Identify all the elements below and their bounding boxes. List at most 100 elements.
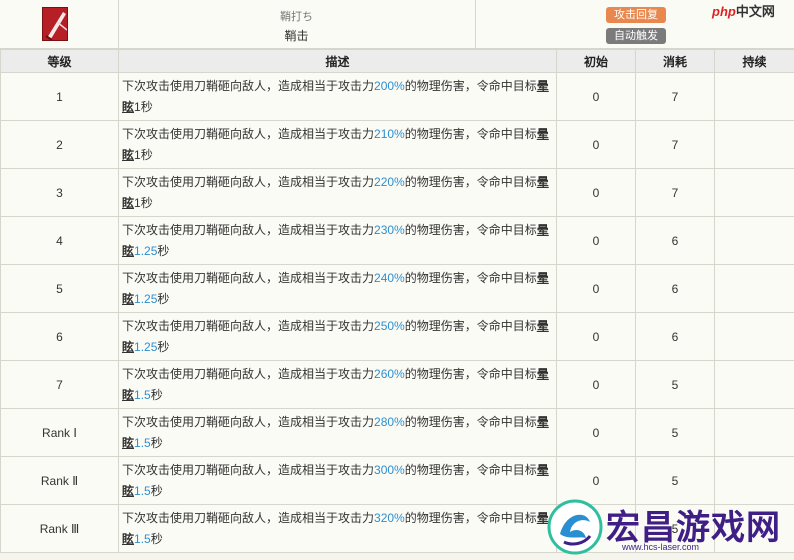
desc-mid: 的物理伤害，令命中目标 [404,222,537,237]
desc-mid: 的物理伤害，令命中目标 [404,126,537,141]
sp-cost-cell: 5 [635,360,715,409]
damage-percent: 210% [374,126,405,141]
desc-mid: 的物理伤害，令命中目标 [404,174,537,189]
sp-cost-cell: 7 [635,72,715,121]
skill-name-cell: 鞘打ち 鞘击 [118,0,476,48]
initial-sp-cell: 0 [556,360,636,409]
description-cell: 下次攻击使用刀鞘砸向敌人，造成相当于攻击力320%的物理伤害，令命中目标晕眩1.… [118,504,557,553]
desc-mid: 的物理伤害，令命中目标 [404,366,537,381]
description-cell: 下次攻击使用刀鞘砸向敌人，造成相当于攻击力260%的物理伤害，令命中目标晕眩1.… [118,360,557,409]
header-level: 等级 [0,49,119,73]
watermark-url: www.hcs-laser.com [622,542,700,552]
sp-cost-cell: 6 [635,216,715,265]
desc-suffix: 秒 [150,435,163,450]
damage-percent: 250% [374,318,405,333]
stun-duration: 1 [134,147,141,162]
description-cell: 下次攻击使用刀鞘砸向敌人，造成相当于攻击力280%的物理伤害，令命中目标晕眩1.… [118,408,557,457]
header-cost: 消耗 [635,49,715,73]
tag-attack-recovery: 攻击回复 [606,7,666,23]
level-cell: 1 [0,72,119,121]
stun-duration: 1 [134,195,141,210]
initial-sp-cell: 0 [556,120,636,169]
duration-cell [714,312,794,361]
stun-duration: 1.25 [134,243,158,258]
sp-cost-cell: 7 [635,168,715,217]
desc-prefix: 下次攻击使用刀鞘砸向敌人，造成相当于攻击力 [122,126,375,141]
stun-duration: 1.5 [134,531,151,546]
level-cell: Rank Ⅰ [0,408,119,457]
header-duration: 持续 [714,49,794,73]
desc-suffix: 秒 [140,99,153,114]
desc-prefix: 下次攻击使用刀鞘砸向敌人，造成相当于攻击力 [122,318,375,333]
desc-mid: 的物理伤害，令命中目标 [404,462,537,477]
level-cell: 2 [0,120,119,169]
table-row: 4 下次攻击使用刀鞘砸向敌人，造成相当于攻击力230%的物理伤害，令命中目标晕眩1… [0,216,794,265]
table-row: 1 下次攻击使用刀鞘砸向敌人，造成相当于攻击力200%的物理伤害，令命中目标晕眩1… [0,72,794,121]
stun-duration: 1.5 [134,435,151,450]
stun-duration: 1.25 [134,291,158,306]
desc-mid: 的物理伤害，令命中目标 [404,78,537,93]
duration-cell [714,264,794,313]
damage-percent: 200% [374,78,405,93]
damage-percent: 220% [374,174,405,189]
level-cell: 4 [0,216,119,265]
desc-mid: 的物理伤害，令命中目标 [404,510,537,525]
stun-duration: 1.5 [134,387,151,402]
skill-name-cn: 鞘击 [284,29,309,43]
description-cell: 下次攻击使用刀鞘砸向敌人，造成相当于攻击力230%的物理伤害，令命中目标晕眩1.… [118,216,557,265]
level-cell: 7 [0,360,119,409]
desc-prefix: 下次攻击使用刀鞘砸向敌人，造成相当于攻击力 [122,174,375,189]
desc-prefix: 下次攻击使用刀鞘砸向敌人，造成相当于攻击力 [122,462,375,477]
damage-percent: 240% [374,270,405,285]
desc-prefix: 下次攻击使用刀鞘砸向敌人，造成相当于攻击力 [122,78,375,93]
site-logo: php中文网 [712,1,775,21]
initial-sp-cell: 0 [556,312,636,361]
desc-suffix: 秒 [157,243,170,258]
desc-suffix: 秒 [140,147,153,162]
desc-prefix: 下次攻击使用刀鞘砸向敌人，造成相当于攻击力 [122,366,375,381]
level-cell: 3 [0,168,119,217]
level-cell: 5 [0,264,119,313]
watermark: 宏昌游戏网 www.hcs-laser.com [544,496,794,560]
sp-cost-cell: 6 [635,264,715,313]
desc-suffix: 秒 [140,195,153,210]
stun-duration: 1.25 [134,339,158,354]
desc-prefix: 下次攻击使用刀鞘砸向敌人，造成相当于攻击力 [122,222,375,237]
table-header-row: 等级 描述 初始 消耗 持续 [0,49,794,73]
sp-cost-cell: 7 [635,120,715,169]
dragon-logo-icon [547,499,603,555]
table-row: 7 下次攻击使用刀鞘砸向敌人，造成相当于攻击力260%的物理伤害，令命中目标晕眩1… [0,360,794,409]
desc-suffix: 秒 [157,339,170,354]
table-row: 6 下次攻击使用刀鞘砸向敌人，造成相当于攻击力250%的物理伤害，令命中目标晕眩1… [0,312,794,361]
desc-prefix: 下次攻击使用刀鞘砸向敌人，造成相当于攻击力 [122,510,375,525]
desc-prefix: 下次攻击使用刀鞘砸向敌人，造成相当于攻击力 [122,414,375,429]
description-cell: 下次攻击使用刀鞘砸向敌人，造成相当于攻击力300%的物理伤害，令命中目标晕眩1.… [118,456,557,505]
description-cell: 下次攻击使用刀鞘砸向敌人，造成相当于攻击力220%的物理伤害，令命中目标晕眩1秒 [118,168,557,217]
damage-percent: 320% [374,510,405,525]
initial-sp-cell: 0 [556,216,636,265]
table-row: 2 下次攻击使用刀鞘砸向敌人，造成相当于攻击力210%的物理伤害，令命中目标晕眩1… [0,120,794,169]
stun-duration: 1.5 [134,483,151,498]
skill-icon-cell [0,0,119,48]
damage-percent: 280% [374,414,405,429]
description-cell: 下次攻击使用刀鞘砸向敌人，造成相当于攻击力210%的物理伤害，令命中目标晕眩1秒 [118,120,557,169]
sp-cost-cell: 6 [635,312,715,361]
initial-sp-cell: 0 [556,264,636,313]
desc-suffix: 秒 [157,291,170,306]
header-description: 描述 [118,49,557,73]
level-cell: 6 [0,312,119,361]
desc-mid: 的物理伤害，令命中目标 [404,318,537,333]
initial-sp-cell: 0 [556,72,636,121]
initial-sp-cell: 0 [556,168,636,217]
sp-cost-cell: 5 [635,408,715,457]
duration-cell [714,72,794,121]
site-logo-suffix: 中文网 [735,4,775,19]
description-cell: 下次攻击使用刀鞘砸向敌人，造成相当于攻击力200%的物理伤害，令命中目标晕眩1秒 [118,72,557,121]
desc-mid: 的物理伤害，令命中目标 [404,270,537,285]
level-cell: Rank Ⅱ [0,456,119,505]
desc-suffix: 秒 [150,531,163,546]
skill-name-jp: 鞘打ち [280,11,313,23]
damage-percent: 260% [374,366,405,381]
duration-cell [714,408,794,457]
level-cell: Rank Ⅲ [0,504,119,553]
